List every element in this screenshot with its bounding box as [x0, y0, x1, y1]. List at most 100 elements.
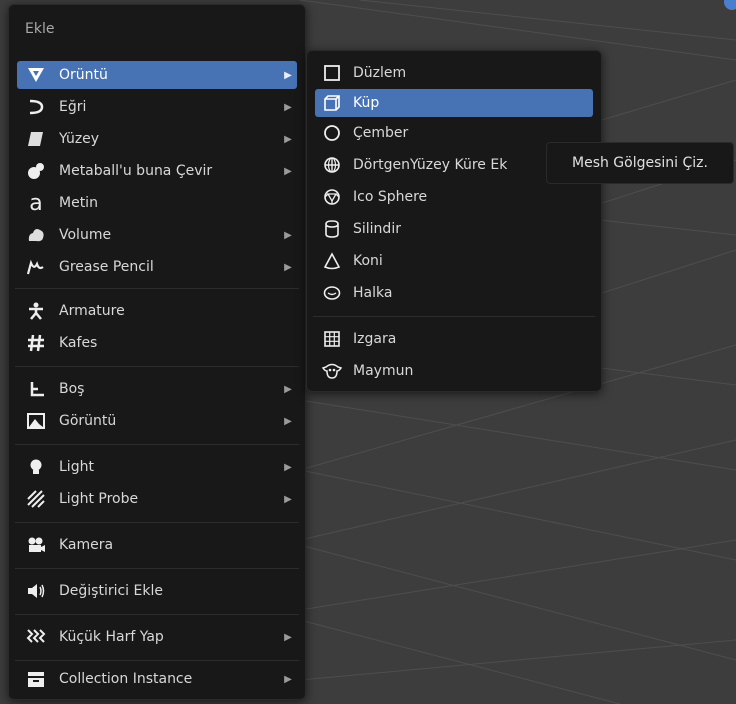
- submenu-arrow-icon: ▶: [284, 165, 292, 177]
- grease-pencil-icon: [25, 256, 47, 278]
- submenu-arrow-icon: ▶: [284, 69, 292, 81]
- grid-icon: [321, 328, 343, 350]
- separator: [15, 660, 299, 661]
- light-icon: [25, 456, 47, 478]
- separator: [15, 614, 299, 615]
- menu-item-image[interactable]: Görüntü ▶: [17, 407, 297, 435]
- menu-item-surface[interactable]: Yüzey ▶: [17, 125, 297, 153]
- menu-item-camera[interactable]: Kamera: [17, 531, 297, 559]
- monkey-icon: [321, 360, 343, 382]
- menu-item-text[interactable]: a Metin: [17, 189, 297, 217]
- menu-item-label: Collection Instance: [59, 671, 193, 687]
- torus-icon: [321, 282, 343, 304]
- submenu-arrow-icon: ▶: [284, 673, 292, 685]
- submenu-arrow-icon: ▶: [284, 101, 292, 113]
- submenu-item-label: Koni: [353, 253, 383, 269]
- plane-icon: [321, 62, 343, 84]
- menu-item-label: Görüntü: [59, 413, 117, 429]
- empty-icon: [25, 378, 47, 400]
- force-field-icon: [25, 626, 47, 648]
- menu-item-armature[interactable]: Armature: [17, 297, 297, 325]
- mesh-submenu: Düzlem Küp Çember DörtgenYüzey Küre Ek I…: [306, 50, 602, 392]
- menu-item-light-probe[interactable]: Light Probe ▶: [17, 485, 297, 513]
- add-menu: Ekle Örüntü ▶ Eğri ▶ Yüzey ▶ Metaball'u …: [8, 4, 306, 700]
- menu-item-lattice[interactable]: Kafes: [17, 329, 297, 357]
- menu-item-label: Light: [59, 459, 94, 475]
- menu-item-empty[interactable]: Boş ▶: [17, 375, 297, 403]
- submenu-item-label: Silindir: [353, 221, 401, 237]
- menu-item-label: Boş: [59, 381, 85, 397]
- submenu-arrow-icon: ▶: [284, 415, 292, 427]
- submenu-arrow-icon: ▶: [284, 383, 292, 395]
- circle-icon: [321, 122, 343, 144]
- ico-sphere-icon: [321, 186, 343, 208]
- menu-item-label: Light Probe: [59, 491, 139, 507]
- separator: [15, 366, 299, 367]
- menu-item-mesh[interactable]: Örüntü ▶: [17, 61, 297, 89]
- menu-item-force-field[interactable]: Küçük Harf Yap ▶: [17, 623, 297, 651]
- menu-item-collection-instance[interactable]: Collection Instance ▶: [17, 665, 297, 693]
- menu-item-light[interactable]: Light ▶: [17, 453, 297, 481]
- menu-item-label: Kamera: [59, 537, 114, 553]
- uv-sphere-icon: [321, 154, 343, 176]
- separator: [313, 316, 595, 317]
- cone-icon: [321, 250, 343, 272]
- curve-icon: [25, 96, 47, 118]
- submenu-arrow-icon: ▶: [284, 261, 292, 273]
- submenu-item-cube[interactable]: Küp: [315, 89, 593, 117]
- submenu-item-label: Küp: [353, 95, 380, 111]
- menu-item-label: Kafes: [59, 335, 98, 351]
- submenu-arrow-icon: ▶: [284, 229, 292, 241]
- submenu-item-monkey[interactable]: Maymun: [315, 357, 593, 385]
- submenu-item-label: Ico Sphere: [353, 189, 428, 205]
- submenu-arrow-icon: ▶: [284, 493, 292, 505]
- lattice-icon: [25, 332, 47, 354]
- menu-item-speaker[interactable]: Değiştirici Ekle: [17, 577, 297, 605]
- menu-item-label: Yüzey: [59, 131, 100, 147]
- volume-icon: [25, 224, 47, 246]
- cube-icon: [321, 92, 343, 114]
- menu-item-label: Metaball'u buna Çevir: [59, 163, 213, 179]
- submenu-item-torus[interactable]: Halka: [315, 279, 593, 307]
- surface-icon: [25, 128, 47, 150]
- menu-item-label: Örüntü: [59, 67, 108, 83]
- armature-icon: [25, 300, 47, 322]
- submenu-arrow-icon: ▶: [284, 631, 292, 643]
- submenu-item-label: Düzlem: [353, 65, 407, 81]
- menu-item-curve[interactable]: Eğri ▶: [17, 93, 297, 121]
- menu-item-label: Metin: [59, 195, 98, 211]
- camera-icon: [25, 534, 47, 556]
- submenu-item-label: Izgara: [353, 331, 397, 347]
- metaball-icon: [25, 160, 47, 182]
- submenu-item-label: Maymun: [353, 363, 414, 379]
- separator: [15, 568, 299, 569]
- separator: [15, 444, 299, 445]
- menu-item-metaball[interactable]: Metaball'u buna Çevir ▶: [17, 157, 297, 185]
- mesh-triangle-icon: [25, 64, 47, 86]
- menu-item-label: Armature: [59, 303, 125, 319]
- menu-item-grease-pencil[interactable]: Grease Pencil ▶: [17, 253, 297, 281]
- separator: [15, 522, 299, 523]
- submenu-item-cylinder[interactable]: Silindir: [315, 215, 593, 243]
- submenu-item-label: Halka: [353, 285, 393, 301]
- cylinder-icon: [321, 218, 343, 240]
- submenu-item-label: Çember: [353, 125, 409, 141]
- submenu-item-plane[interactable]: Düzlem: [315, 59, 593, 87]
- tooltip: Mesh Gölgesini Çiz.: [546, 142, 734, 184]
- menu-item-label: Volume: [59, 227, 112, 243]
- menu-item-label: Grease Pencil: [59, 259, 154, 275]
- image-icon: [25, 410, 47, 432]
- menu-title: Ekle: [25, 21, 55, 37]
- menu-item-volume[interactable]: Volume ▶: [17, 221, 297, 249]
- separator: [15, 288, 299, 289]
- speaker-icon: [25, 580, 47, 602]
- menu-item-label: Değiştirici Ekle: [59, 583, 163, 599]
- menu-item-label: Küçük Harf Yap: [59, 629, 164, 645]
- menu-item-label: Eğri: [59, 99, 87, 115]
- collection-icon: [25, 668, 47, 690]
- submenu-item-cone[interactable]: Koni: [315, 247, 593, 275]
- text-icon: a: [29, 190, 43, 216]
- submenu-item-grid[interactable]: Izgara: [315, 325, 593, 353]
- submenu-item-ico-sphere[interactable]: Ico Sphere: [315, 183, 593, 211]
- light-probe-icon: [25, 488, 47, 510]
